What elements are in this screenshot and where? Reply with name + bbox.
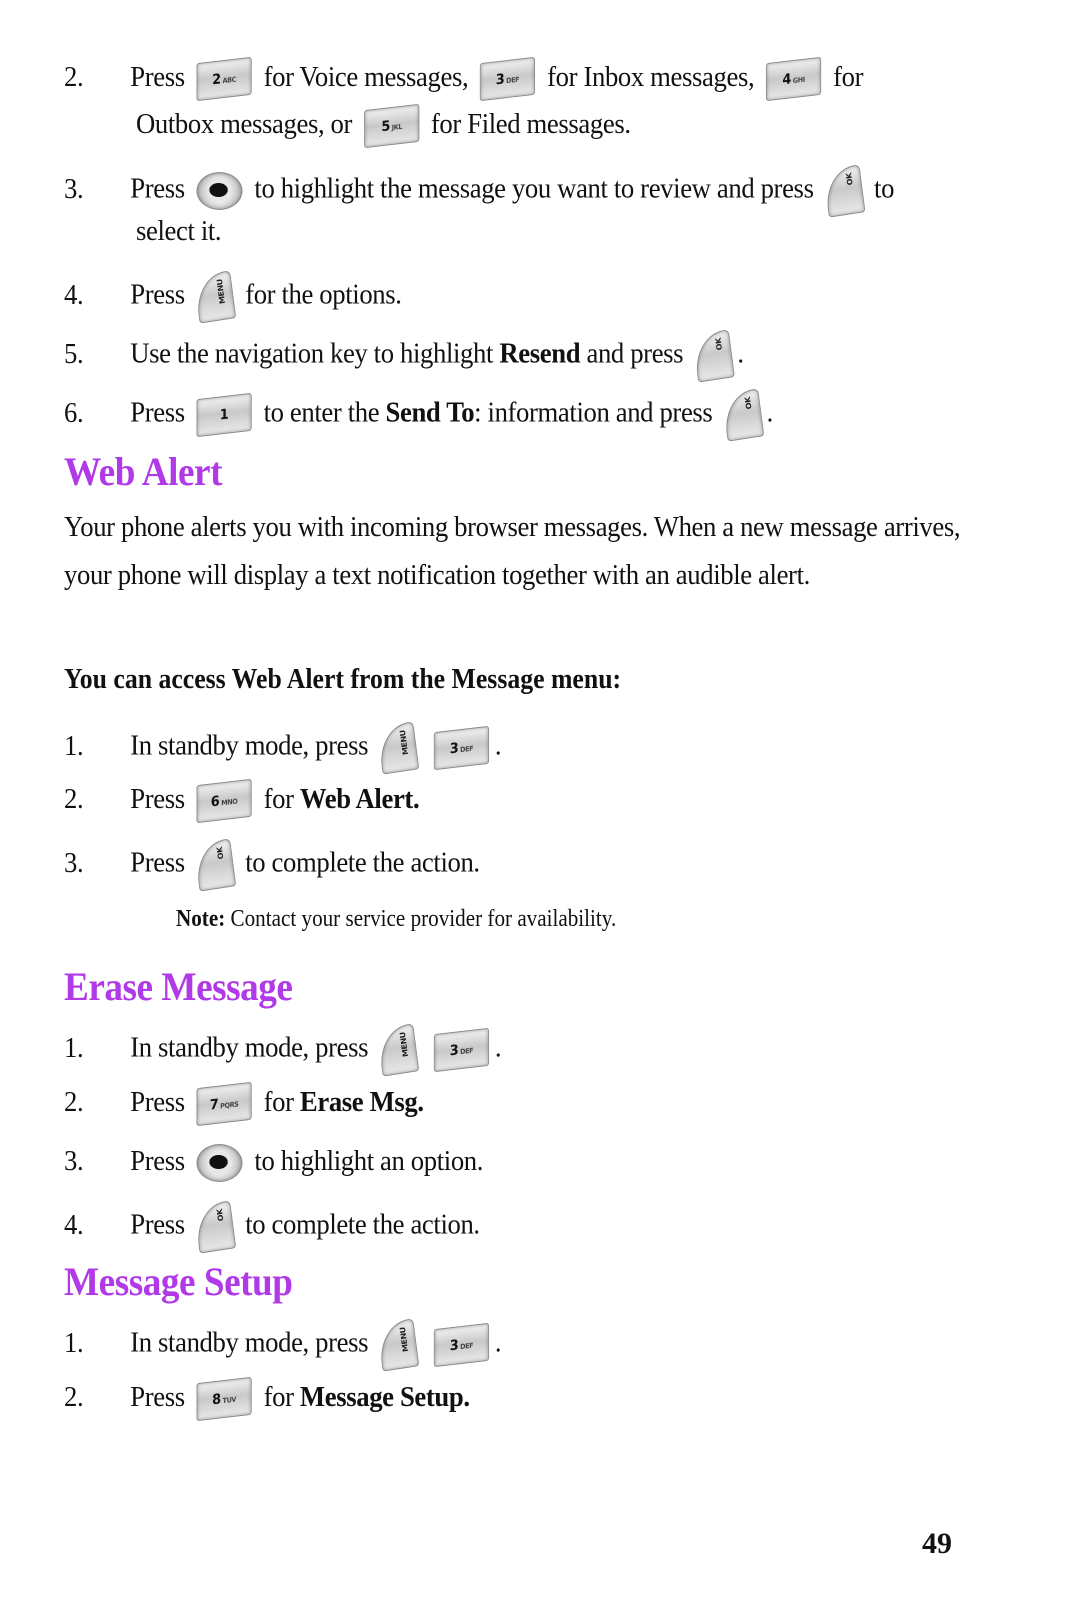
- ok-key-icon: OK: [193, 1200, 237, 1254]
- key-3-icon: 3 DEF: [434, 1322, 490, 1368]
- step-3-line-2: select it.: [136, 215, 222, 247]
- key-2-icon: 2 ABC: [196, 57, 252, 102]
- menu-key-icon: MENU: [193, 270, 237, 324]
- navigation-key-icon: [196, 172, 243, 210]
- key-1-icon: 1: [196, 392, 252, 438]
- page-number: 49: [922, 1527, 952, 1560]
- web-alert-paragraph: Your phone alerts you with incoming brow…: [64, 511, 961, 591]
- erase-step-2: 2. Press 7 PQRS for Erase Msg.: [64, 1082, 424, 1127]
- setup-step-2: 2. Press 8 TUV for Message Setup.: [64, 1377, 470, 1422]
- section-heading-web-alert: Web Alert: [64, 449, 223, 494]
- availability-note: Note: Contact your service provider for …: [176, 906, 617, 932]
- step-5-resend: 5. Use the navigation key to highlight Re…: [64, 329, 744, 383]
- section-heading-message-setup: Message Setup: [64, 1259, 293, 1304]
- ok-key-icon: OK: [721, 388, 764, 442]
- ok-key-icon: OK: [692, 329, 735, 383]
- key-3-icon: 3 DEF: [434, 1027, 490, 1073]
- web-alert-step-2: 2. Press 6 MNO for Web Alert.: [64, 779, 420, 824]
- web-alert-step-1: 1. In standby mode, press MENU 3 DEF.: [64, 721, 502, 775]
- erase-step-3: 3. Press to highlight an option.: [64, 1144, 483, 1183]
- step-3-highlight: 3. Press to highlight the message you wan…: [64, 164, 894, 218]
- web-alert-subheading: You can access Web Alert from the Messag…: [64, 664, 622, 695]
- step-2-line-2: Outbox messages, or 5 JKL for Filed messa…: [136, 104, 631, 149]
- erase-step-1: 1. In standby mode, press MENU 3 DEF.: [64, 1023, 502, 1077]
- step-4-options: 4. Press MENU for the options.: [64, 270, 402, 324]
- key-3-icon: 3 DEF: [480, 57, 536, 102]
- section-heading-erase-message: Erase Message: [64, 964, 293, 1009]
- navigation-key-icon: [196, 1144, 243, 1183]
- manual-page: 2. Press 2 ABC for Voice messages, 3 DEF fo…: [0, 0, 1080, 1622]
- menu-key-icon: MENU: [377, 721, 420, 775]
- key-5-icon: 5 JKL: [363, 104, 420, 149]
- key-8-icon: 8 TUV: [196, 1377, 252, 1422]
- menu-key-icon: MENU: [377, 1023, 420, 1077]
- key-3-icon: 3 DEF: [434, 725, 490, 771]
- ok-key-icon: OK: [193, 838, 237, 892]
- key-4-icon: 4 GHI: [766, 57, 822, 102]
- erase-step-4: 4. Press OK to complete the action.: [64, 1200, 480, 1254]
- step-2-voice-inbox: 2. Press 2 ABC for Voice messages, 3 DEF fo…: [64, 57, 864, 102]
- menu-key-icon: MENU: [377, 1318, 420, 1372]
- step-6-send-to: 6. Press 1 to enter the Send To: informat…: [64, 388, 773, 442]
- key-6-icon: 6 MNO: [196, 779, 252, 824]
- key-7-icon: 7 PQRS: [196, 1082, 252, 1127]
- web-alert-step-3: 3. Press OK to complete the action.: [64, 838, 480, 892]
- setup-step-1: 1. In standby mode, press MENU 3 DEF.: [64, 1318, 502, 1372]
- ok-key-icon: OK: [822, 164, 866, 218]
